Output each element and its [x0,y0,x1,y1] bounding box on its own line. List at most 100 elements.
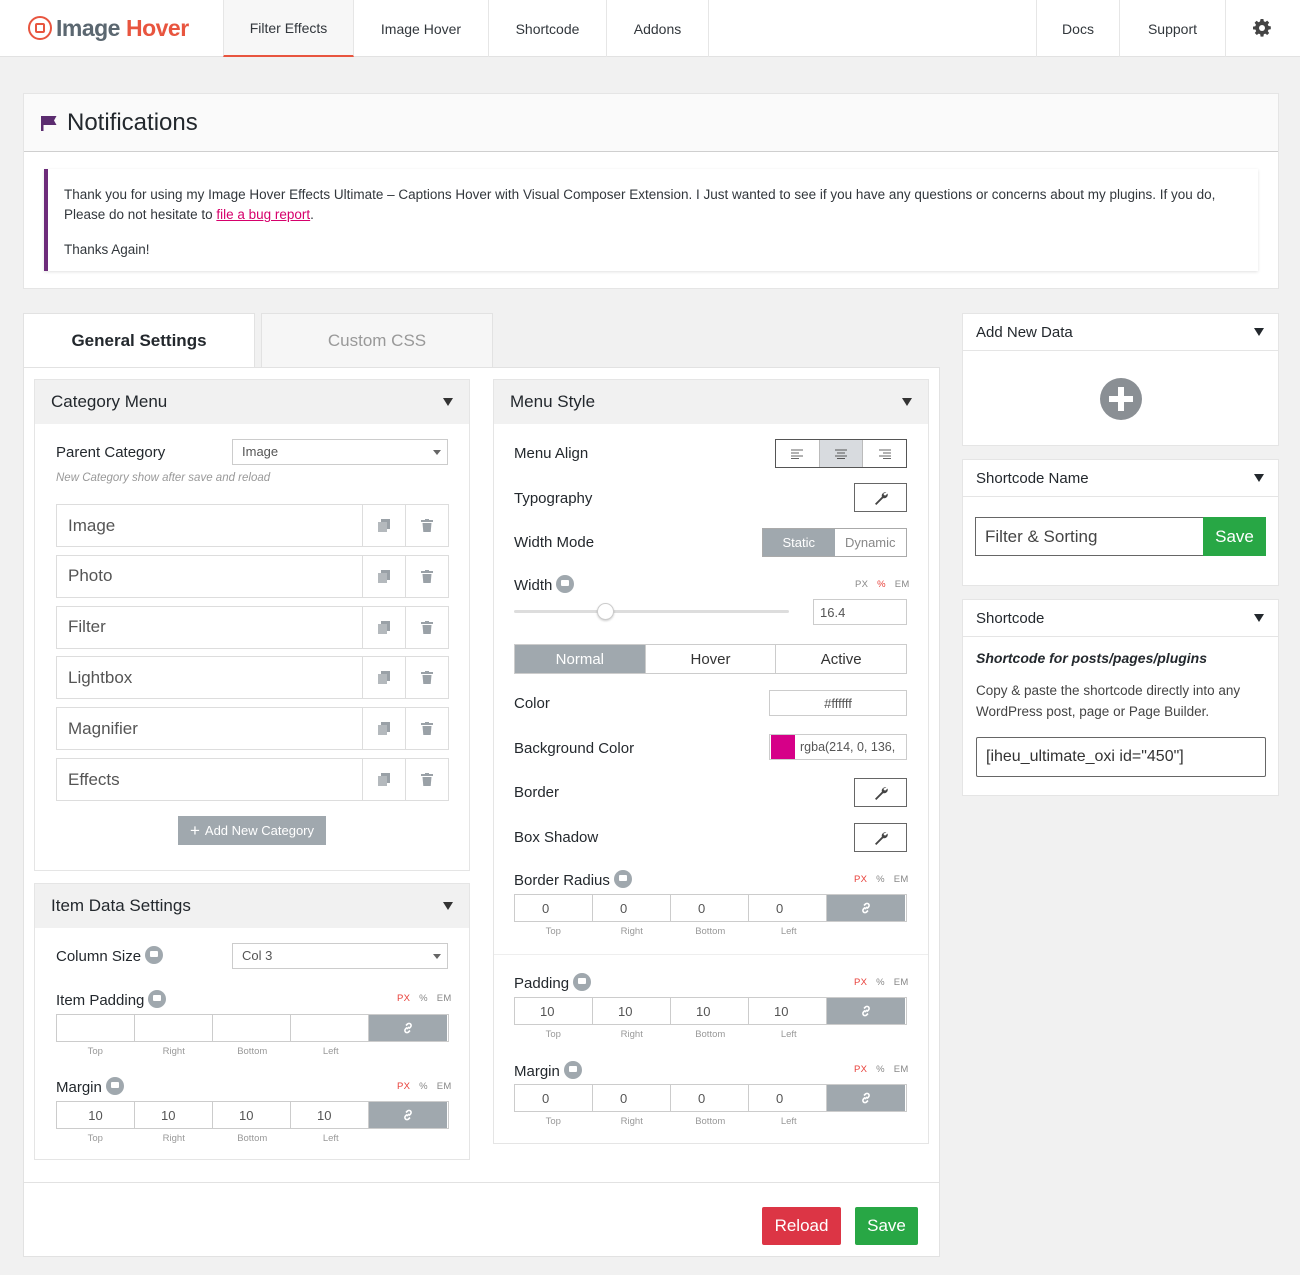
color-swatch[interactable] [771,735,795,759]
info-icon[interactable] [105,1077,124,1096]
trash-icon[interactable] [405,505,448,546]
link-icon[interactable] [369,1015,447,1041]
gear-icon[interactable] [1252,18,1272,38]
category-name[interactable]: Effects [57,759,362,800]
info-icon[interactable] [556,575,575,594]
padding-top-input[interactable] [57,1015,135,1041]
width-slider-track[interactable] [514,603,789,620]
copy-icon[interactable] [362,505,405,546]
width-input[interactable]: 16.4 [813,599,907,625]
pad-bottom-input[interactable]: 10 [671,998,749,1024]
align-right-icon[interactable] [863,440,906,467]
shortcode-input[interactable]: [iheu_ultimate_oxi id="450"] [976,737,1266,777]
caret-down-icon[interactable] [443,902,453,910]
tab-custom-css[interactable]: Custom CSS [261,313,493,368]
color-input[interactable]: #ffffff [769,690,907,716]
add-new-data-header[interactable]: Add New Data [963,314,1278,351]
add-category-button[interactable]: + Add New Category [178,816,326,845]
link-icon[interactable] [827,1085,905,1111]
padding-left-input[interactable] [291,1015,369,1041]
copy-icon[interactable] [362,708,405,750]
trash-icon[interactable] [405,606,448,648]
margin-left-input[interactable]: 10 [291,1102,369,1128]
mar-top-input[interactable]: 0 [515,1085,593,1111]
copy-icon[interactable] [362,555,405,597]
margin-top-input[interactable]: 10 [57,1102,135,1128]
radius-left-input[interactable]: 0 [749,895,827,921]
unit-selector[interactable]: PX % EM [855,579,910,590]
pad-top-input[interactable]: 10 [515,998,593,1024]
copy-icon[interactable] [362,606,405,648]
copy-icon[interactable] [362,759,405,800]
state-tab-hover[interactable]: Hover [646,645,777,673]
shortcode-name-header[interactable]: Shortcode Name [963,460,1278,497]
info-icon[interactable] [148,990,167,1009]
category-name[interactable]: Photo [57,556,362,597]
unit-selector[interactable]: PX % EM [854,977,909,988]
background-color-input[interactable]: rgba(214, 0, 136, [769,734,907,760]
align-left-icon[interactable] [776,440,820,467]
caret-down-icon[interactable] [902,398,912,406]
state-tab-active[interactable]: Active [776,645,906,673]
link-icon[interactable] [827,998,905,1024]
shortcode-header[interactable]: Shortcode [963,600,1278,637]
category-name[interactable]: Filter [57,607,362,648]
category-name[interactable]: Magnifier [57,708,362,749]
unit-selector[interactable]: PX % EM [397,993,452,1004]
info-icon[interactable] [613,870,632,889]
shortcode-name-input[interactable]: Filter & Sorting [975,517,1204,556]
pad-left-input[interactable]: 10 [749,998,827,1024]
category-name[interactable]: Image [57,505,362,546]
info-icon[interactable] [563,1061,582,1080]
width-slider-handle[interactable] [596,603,614,620]
typography-wrench-icon[interactable] [854,483,907,512]
item-data-header[interactable]: Item Data Settings [35,884,469,928]
info-icon[interactable] [145,946,164,965]
mar-left-input[interactable]: 0 [749,1085,827,1111]
menu-style-header[interactable]: Menu Style [494,380,928,424]
parent-category-select[interactable]: Image [232,439,448,465]
category-menu-header[interactable]: Category Menu [35,380,469,424]
radius-top-input[interactable]: 0 [515,895,593,921]
align-center-icon[interactable] [819,440,864,467]
radius-right-input[interactable]: 0 [593,895,671,921]
column-size-select[interactable]: Col 3 [232,943,448,969]
link-icon[interactable] [369,1102,447,1128]
unit-selector[interactable]: PX % EM [854,874,909,885]
trash-icon[interactable] [405,708,448,750]
width-mode-static[interactable]: Static [763,529,835,556]
save-button[interactable]: Save [855,1207,918,1245]
unit-selector[interactable]: PX % EM [397,1081,452,1092]
copy-icon[interactable] [362,657,405,699]
margin-right-input[interactable]: 10 [135,1102,213,1128]
nav-tab-shortcode[interactable]: Shortcode [489,0,607,57]
mar-bottom-input[interactable]: 0 [671,1085,749,1111]
trash-icon[interactable] [405,555,448,597]
trash-icon[interactable] [405,657,448,699]
nav-tab-image-hover[interactable]: Image Hover [354,0,489,57]
border-wrench-icon[interactable] [854,778,907,807]
reload-button[interactable]: Reload [762,1207,841,1245]
pad-right-input[interactable]: 10 [593,998,671,1024]
mar-right-input[interactable]: 0 [593,1085,671,1111]
unit-selector[interactable]: PX % EM [854,1064,909,1075]
add-circle-icon[interactable] [1099,377,1143,421]
state-tab-normal[interactable]: Normal [515,645,646,673]
app-logo[interactable]: Image Hover [28,13,189,43]
padding-bottom-input[interactable] [213,1015,291,1041]
caret-down-icon[interactable] [1254,474,1264,482]
category-name[interactable]: Lightbox [57,657,362,698]
shortcode-name-save-button[interactable]: Save [1203,517,1266,556]
info-icon[interactable] [573,973,592,992]
radius-bottom-input[interactable]: 0 [671,895,749,921]
caret-down-icon[interactable] [1254,614,1264,622]
link-icon[interactable] [827,895,905,921]
nav-docs-link[interactable]: Docs [1036,0,1120,57]
bug-report-link[interactable]: file a bug report [216,207,310,222]
trash-icon[interactable] [405,759,448,800]
margin-bottom-input[interactable]: 10 [213,1102,291,1128]
nav-tab-addons[interactable]: Addons [607,0,709,57]
width-mode-dynamic[interactable]: Dynamic [835,529,907,556]
nav-tab-filter-effects[interactable]: Filter Effects [223,0,354,57]
caret-down-icon[interactable] [1254,328,1264,336]
